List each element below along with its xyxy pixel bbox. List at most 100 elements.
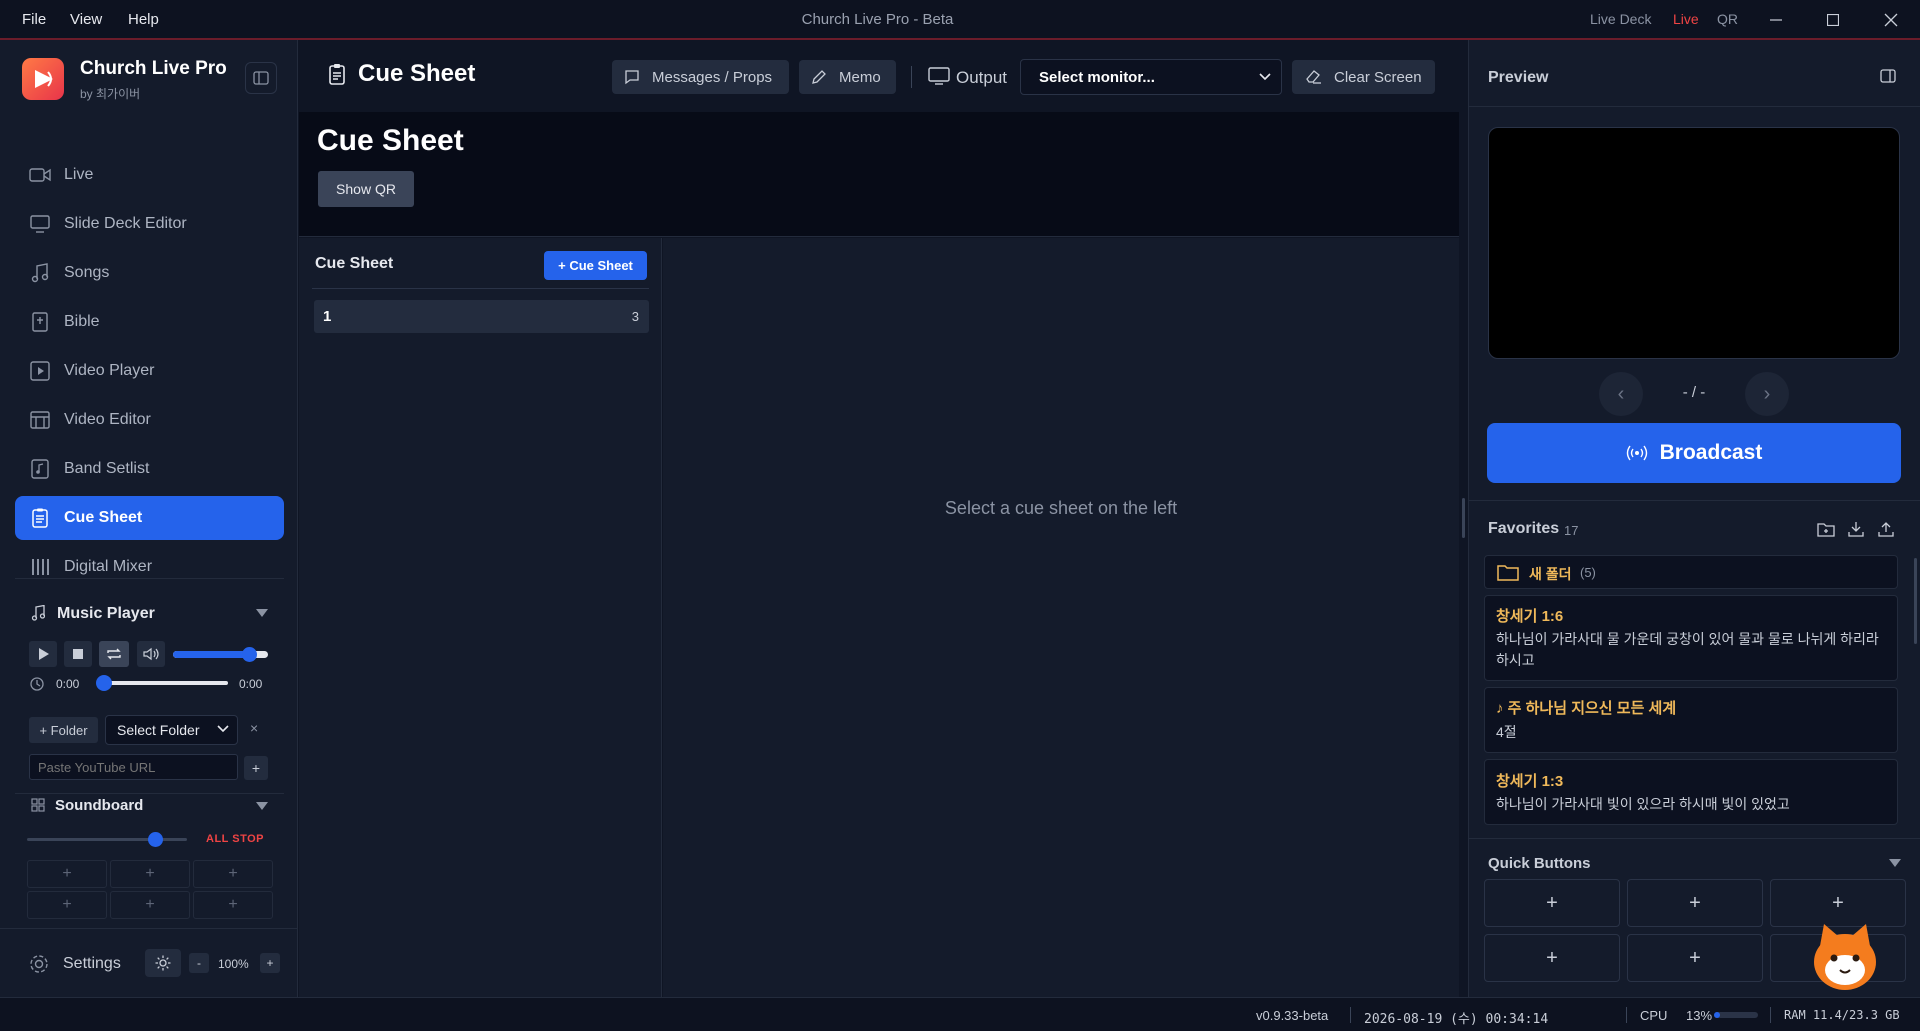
- nav-digital-mixer[interactable]: Digital Mixer: [15, 545, 284, 589]
- output-label: Output: [956, 68, 1008, 87]
- minimize-icon[interactable]: [1764, 10, 1788, 30]
- nav-video-player[interactable]: Video Player: [15, 349, 284, 393]
- play-icon[interactable]: [29, 641, 57, 667]
- cat-mascot-icon[interactable]: [1812, 920, 1878, 992]
- favorite-item[interactable]: ♪ 주 하나님 지으신 모든 세계 4절: [1484, 687, 1898, 753]
- divider: [1626, 1007, 1627, 1023]
- nav-bible[interactable]: Bible: [15, 300, 284, 344]
- memo-button[interactable]: Memo: [799, 60, 896, 94]
- collapse-icon[interactable]: [254, 798, 270, 814]
- add-url-button[interactable]: +: [244, 756, 268, 780]
- video-camera-icon: [28, 163, 52, 187]
- favorite-item[interactable]: 창세기 1:6 하나님이 가라사대 물 가운데 궁창이 있어 물과 물로 나뉘게…: [1484, 595, 1898, 681]
- next-slide-button[interactable]: ›: [1745, 372, 1789, 416]
- soundboard-volume-slider[interactable]: [27, 832, 187, 847]
- nav-songs-label: Songs: [64, 264, 110, 281]
- memo-label: Memo: [839, 68, 881, 86]
- favorite-title: 창세기 1:6: [1496, 608, 1564, 625]
- folder-select[interactable]: Select Folder: [105, 715, 238, 745]
- list-item[interactable]: 1 3: [314, 300, 649, 333]
- favorites-scrollbar[interactable]: [1914, 558, 1917, 644]
- slide-counter: - / -: [1682, 384, 1706, 401]
- chevron-down-icon: [1259, 73, 1271, 81]
- new-folder-icon[interactable]: [1816, 519, 1836, 539]
- volume-slider[interactable]: [173, 647, 268, 662]
- soundboard-slot[interactable]: +: [27, 860, 107, 888]
- nav-video-editor-label: Video Editor: [64, 411, 151, 428]
- volume-thumb[interactable]: [242, 647, 257, 662]
- quick-button-slot[interactable]: +: [1484, 934, 1620, 982]
- nav-video-editor[interactable]: Video Editor: [15, 398, 284, 442]
- preview-title: Preview: [1488, 69, 1549, 86]
- youtube-url-input[interactable]: [29, 754, 238, 780]
- cue-sheet-count: 3: [631, 309, 639, 324]
- nav-cue-sheet[interactable]: Cue Sheet: [15, 496, 284, 540]
- settings-label[interactable]: Settings: [63, 955, 121, 973]
- show-qr-button[interactable]: Show QR: [318, 171, 414, 207]
- progress-slider[interactable]: [96, 675, 228, 691]
- broadcast-button[interactable]: Broadcast: [1487, 423, 1901, 483]
- time-total: 0:00: [239, 677, 263, 691]
- divider: [15, 793, 284, 794]
- soundboard-volume-thumb[interactable]: [148, 832, 163, 847]
- soundboard-slot[interactable]: +: [193, 891, 273, 919]
- nav-slide-deck-editor[interactable]: Slide Deck Editor: [15, 202, 284, 246]
- stop-icon[interactable]: [64, 641, 92, 667]
- grid-icon: [30, 797, 46, 813]
- soundboard-slot[interactable]: +: [110, 860, 190, 888]
- download-icon[interactable]: [1846, 519, 1866, 539]
- nav-live[interactable]: Live: [15, 153, 284, 197]
- cue-sheet-heading: Cue Sheet: [317, 124, 464, 157]
- collapse-icon[interactable]: [254, 605, 270, 621]
- favorite-title: 창세기 1:3: [1496, 773, 1564, 790]
- soundboard-slot[interactable]: +: [193, 860, 273, 888]
- maximize-icon[interactable]: [1821, 10, 1845, 30]
- time-current: 0:00: [56, 677, 80, 691]
- favorite-folder[interactable]: 새 폴더 (5): [1484, 555, 1898, 589]
- nav-band-setlist[interactable]: Band Setlist: [15, 447, 284, 491]
- clear-screen-button[interactable]: Clear Screen: [1292, 60, 1435, 94]
- zoom-in-button[interactable]: +: [260, 953, 280, 973]
- close-icon[interactable]: [1879, 10, 1903, 30]
- app-logo: [22, 58, 64, 100]
- sidebar: Church Live Pro by 최가이버 Live Slide Deck …: [0, 40, 298, 997]
- music-note-icon: [28, 261, 52, 285]
- qr-link[interactable]: QR: [1717, 11, 1738, 27]
- progress-thumb[interactable]: [96, 675, 112, 691]
- soundboard-slot[interactable]: +: [110, 891, 190, 919]
- prev-slide-button[interactable]: ‹: [1599, 372, 1643, 416]
- page-title: Cue Sheet: [358, 60, 476, 87]
- sun-icon[interactable]: [145, 949, 181, 977]
- folder-icon: [1497, 563, 1519, 581]
- favorite-item[interactable]: 창세기 1:3 하나님이 가라사대 빛이 있으라 하시매 빛이 있었고: [1484, 759, 1898, 825]
- monitor-select-value: Select monitor...: [1039, 68, 1155, 86]
- messages-props-button[interactable]: Messages / Props: [612, 60, 789, 94]
- favorite-body: 하나님이 가라사대 빛이 있으라 하시매 빛이 있었고: [1496, 796, 1790, 812]
- quick-button-slot[interactable]: +: [1484, 879, 1620, 927]
- panel-resize-handle[interactable]: [1462, 498, 1465, 538]
- live-link[interactable]: Live: [1673, 11, 1699, 27]
- nav-digital-mixer-label: Digital Mixer: [64, 558, 153, 575]
- live-deck-link[interactable]: Live Deck: [1590, 11, 1651, 27]
- upload-icon[interactable]: [1876, 519, 1896, 539]
- monitor-select[interactable]: Select monitor...: [1020, 59, 1282, 95]
- add-cue-sheet-button[interactable]: + Cue Sheet: [544, 251, 647, 280]
- clear-folder-button[interactable]: ×: [250, 720, 258, 736]
- soundboard-slot[interactable]: +: [27, 891, 107, 919]
- all-stop-button[interactable]: ALL STOP: [206, 833, 264, 845]
- zoom-out-button[interactable]: -: [189, 953, 209, 973]
- gear-icon[interactable]: [27, 952, 51, 976]
- nav-cue-sheet-label: Cue Sheet: [64, 509, 143, 526]
- clock-icon: [29, 676, 45, 692]
- film-icon: [28, 408, 52, 432]
- volume-icon[interactable]: [137, 641, 165, 667]
- quick-button-slot[interactable]: +: [1627, 879, 1763, 927]
- repeat-icon[interactable]: [99, 641, 129, 667]
- quick-button-slot[interactable]: +: [1627, 934, 1763, 982]
- collapse-icon[interactable]: [1888, 856, 1902, 870]
- sidebar-toggle-icon[interactable]: [245, 62, 277, 94]
- nav-songs[interactable]: Songs: [15, 251, 284, 295]
- panel-toggle-icon[interactable]: [1878, 66, 1898, 86]
- add-folder-button[interactable]: + Folder: [29, 717, 98, 743]
- clipboard-icon: [28, 506, 52, 530]
